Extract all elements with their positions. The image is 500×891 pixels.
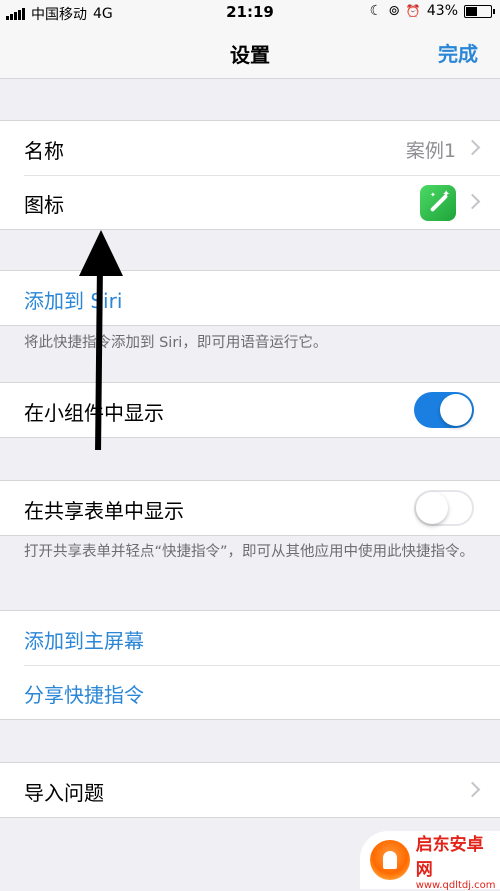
home-share-group: 添加到主屏幕 分享快捷指令 (0, 610, 500, 720)
add-to-siri-button[interactable]: 添加到 Siri (24, 285, 122, 314)
watermark-name: 启东安卓网 (415, 834, 484, 880)
chevron-right-icon (464, 781, 481, 798)
icon-label: 图标 (24, 193, 64, 217)
siri-group: 添加到 Siri (0, 270, 500, 326)
add-to-home-screen-row[interactable]: 添加到主屏幕 (0, 611, 500, 665)
show-in-share-sheet-toggle[interactable] (414, 490, 474, 526)
widget-group: 在小组件中显示 (0, 382, 500, 438)
magic-wand-icon: ✦ ✦ (420, 185, 456, 221)
show-in-share-sheet-row: 在共享表单中显示 (0, 481, 500, 535)
watermark-text: 启东安卓网 www.qdltdj.com (416, 830, 500, 891)
import-questions-row[interactable]: 导入问题 (0, 763, 500, 817)
import-questions-label: 导入问题 (24, 781, 104, 805)
import-group: 导入问题 (0, 762, 500, 818)
status-bar: 中国移动 4G 21:19 ☾ ⊚ ⏰ 43% (0, 0, 500, 26)
status-right: ☾ ⊚ ⏰ 43% (369, 3, 495, 19)
chevron-right-icon (464, 139, 481, 156)
share-shortcut-row[interactable]: 分享快捷指令 (0, 665, 500, 719)
page-title: 设置 (230, 43, 270, 67)
show-in-widget-label: 在小组件中显示 (24, 401, 164, 425)
siri-footnote: 将此快捷指令添加到 Siri，即可用语音运行它。 (24, 335, 328, 351)
show-in-widget-toggle[interactable] (414, 392, 474, 428)
battery-icon (464, 4, 495, 18)
watermark: 启东安卓网 www.qdltdj.com (360, 830, 500, 891)
add-to-home-screen-button[interactable]: 添加到主屏幕 (24, 625, 144, 654)
moon-icon: ☾ (369, 3, 383, 19)
name-value: 案例1 (405, 140, 456, 162)
nav-bar: 设置 完成 (0, 26, 500, 79)
watermark-logo-icon (370, 840, 410, 880)
share-shortcut-button[interactable]: 分享快捷指令 (24, 679, 144, 708)
name-label: 名称 (24, 139, 64, 163)
show-in-widget-row: 在小组件中显示 (0, 383, 500, 437)
name-row[interactable]: 名称 案例1 (0, 121, 500, 175)
alarm-icon: ⏰ (405, 4, 421, 18)
icon-row[interactable]: 图标 ✦ ✦ (0, 175, 500, 229)
show-in-share-sheet-label: 在共享表单中显示 (24, 499, 184, 523)
battery-percent: 43% (426, 3, 458, 19)
done-button[interactable]: 完成 (438, 38, 478, 67)
add-to-siri-row[interactable]: 添加到 Siri (0, 271, 500, 325)
share-sheet-group: 在共享表单中显示 (0, 480, 500, 536)
name-icon-group: 名称 案例1 图标 ✦ ✦ (0, 120, 500, 230)
share-sheet-footnote: 打开共享表单并轻点“快捷指令”，即可从其他应用中使用此快捷指令。 (24, 544, 475, 560)
chevron-right-icon (464, 193, 481, 210)
orientation-lock-icon: ⊚ (388, 3, 400, 19)
